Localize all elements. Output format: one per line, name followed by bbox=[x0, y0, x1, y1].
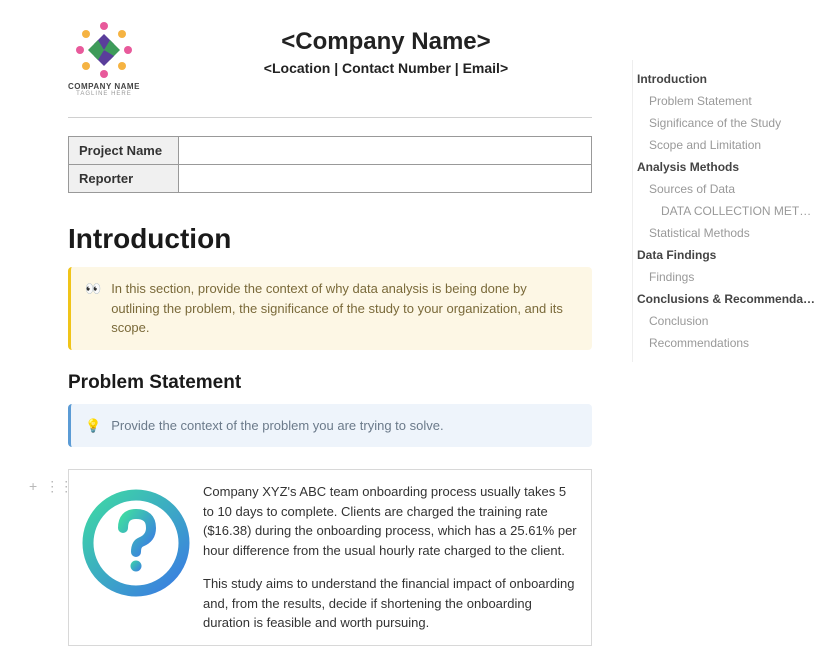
toc-item[interactable]: Conclusion bbox=[637, 310, 816, 332]
table-of-contents: Introduction Problem Statement Significa… bbox=[632, 60, 828, 362]
toc-item[interactable]: Statistical Methods bbox=[637, 222, 816, 244]
contact-line[interactable]: <Location | Contact Number | Email> bbox=[180, 60, 592, 76]
toc-item[interactable]: Conclusions & Recommendations bbox=[637, 288, 816, 310]
drag-handle[interactable]: ⋮⋮ bbox=[43, 476, 75, 497]
question-mark-icon bbox=[81, 488, 191, 598]
company-logo: COMPANY NAME TAGLINE HERE bbox=[68, 20, 140, 97]
toc-item[interactable]: Scope and Limitation bbox=[637, 134, 816, 156]
company-name[interactable]: <Company Name> bbox=[180, 28, 592, 56]
bulb-icon: 💡 bbox=[85, 416, 101, 436]
toc-item[interactable]: Problem Statement bbox=[637, 90, 816, 112]
main-content: COMPANY NAME TAGLINE HERE <Company Name>… bbox=[0, 0, 632, 666]
table-row: Reporter bbox=[69, 165, 592, 193]
logo-text: COMPANY NAME bbox=[68, 82, 140, 91]
toc-item[interactable]: Recommendations bbox=[637, 332, 816, 354]
project-name-label: Project Name bbox=[69, 137, 179, 165]
reporter-label: Reporter bbox=[69, 165, 179, 193]
toc-item[interactable]: Significance of the Study bbox=[637, 112, 816, 134]
header-divider bbox=[68, 117, 592, 118]
logo-icon bbox=[74, 20, 134, 80]
introduction-callout[interactable]: 👀 In this section, provide the context o… bbox=[68, 267, 592, 350]
problem-statement-block[interactable]: + ⋮⋮ Company XYZ's ABC team onboarding p… bbox=[68, 469, 592, 646]
toc-item[interactable]: DATA COLLECTION METHOD bbox=[637, 200, 816, 222]
block-controls: + ⋮⋮ bbox=[27, 476, 75, 497]
problem-statement-body[interactable]: Company XYZ's ABC team onboarding proces… bbox=[203, 478, 583, 637]
toc-item[interactable]: Introduction bbox=[637, 68, 816, 90]
add-block-button[interactable]: + bbox=[27, 476, 39, 497]
document-header: COMPANY NAME TAGLINE HERE <Company Name>… bbox=[68, 20, 592, 97]
table-row: Project Name bbox=[69, 137, 592, 165]
toc-item[interactable]: Analysis Methods bbox=[637, 156, 816, 178]
project-table: Project Name Reporter bbox=[68, 136, 592, 193]
toc-item[interactable]: Sources of Data bbox=[637, 178, 816, 200]
introduction-heading[interactable]: Introduction bbox=[68, 223, 592, 255]
toc-item[interactable]: Findings bbox=[637, 266, 816, 288]
introduction-callout-text: In this section, provide the context of … bbox=[111, 279, 578, 338]
problem-statement-callout[interactable]: 💡 Provide the context of the problem you… bbox=[68, 404, 592, 448]
project-name-value[interactable] bbox=[179, 137, 592, 165]
logo-tagline: TAGLINE HERE bbox=[76, 91, 132, 97]
header-title-block: <Company Name> <Location | Contact Numbe… bbox=[180, 20, 592, 76]
toc-item[interactable]: Data Findings bbox=[637, 244, 816, 266]
problem-statement-callout-text: Provide the context of the problem you a… bbox=[111, 416, 443, 436]
reporter-value[interactable] bbox=[179, 165, 592, 193]
body-paragraph: This study aims to understand the financ… bbox=[203, 574, 579, 633]
eyes-icon: 👀 bbox=[85, 279, 101, 299]
problem-statement-heading[interactable]: Problem Statement bbox=[68, 372, 592, 394]
body-paragraph: Company XYZ's ABC team onboarding proces… bbox=[203, 482, 579, 560]
